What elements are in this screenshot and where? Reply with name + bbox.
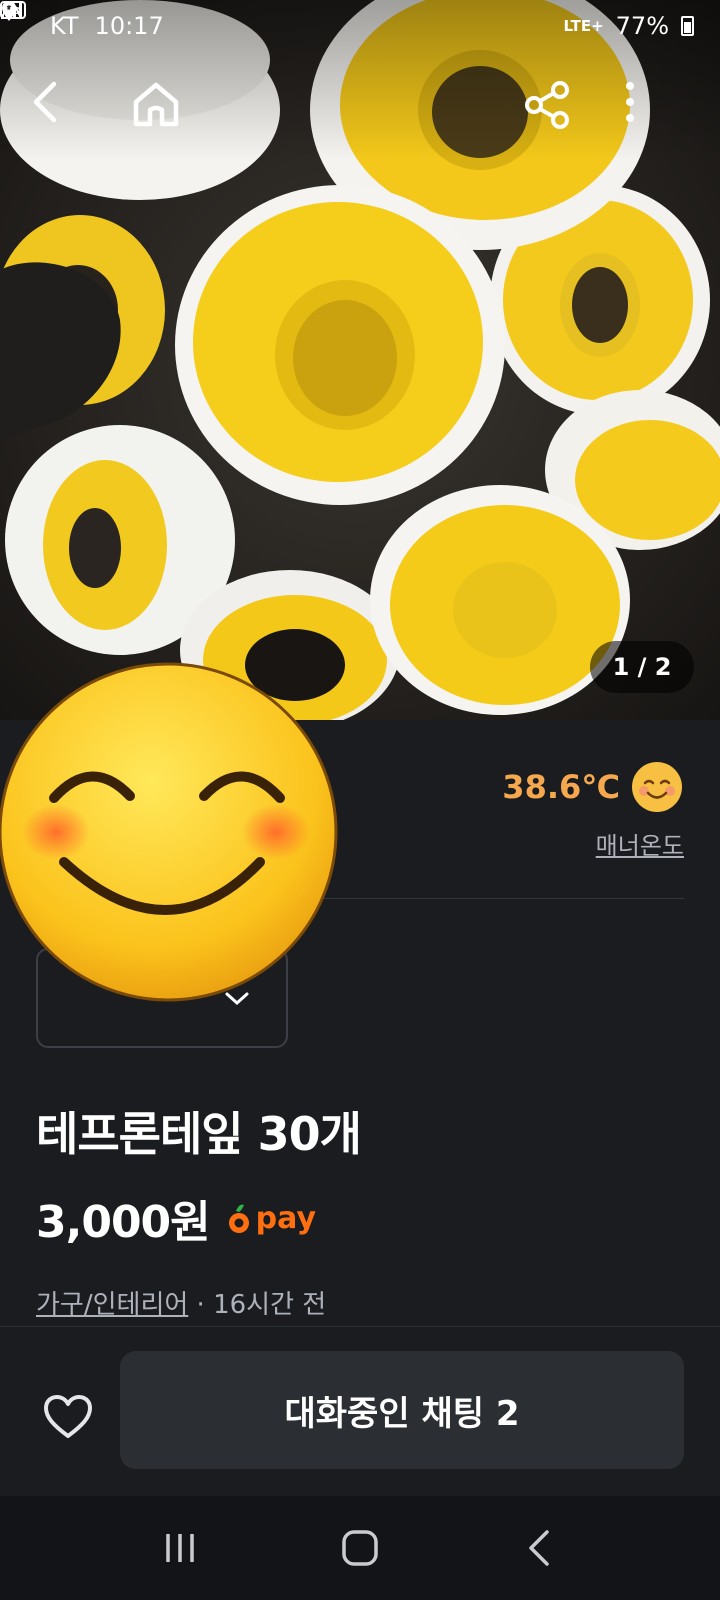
carrier: KT bbox=[50, 12, 79, 40]
gallery-page-indicator: 1 / 2 bbox=[590, 641, 694, 693]
chevron-left-icon bbox=[33, 81, 57, 123]
battery-icon bbox=[681, 16, 694, 36]
share-button[interactable] bbox=[524, 80, 588, 156]
karrot-pay-badge: pay bbox=[226, 1201, 316, 1236]
manner-temp-value: 38.6℃ bbox=[502, 768, 620, 806]
product-meta: 가구/인테리어 · 16시간 전 bbox=[36, 1284, 326, 1321]
smiling-face-icon bbox=[632, 762, 682, 812]
active-chats-button[interactable]: 대화중인 채팅 2 bbox=[120, 1351, 684, 1469]
category-link[interactable]: 가구/인테리어 bbox=[36, 1290, 188, 1320]
clock: 10:17 bbox=[94, 12, 164, 40]
system-home-button[interactable] bbox=[320, 1508, 400, 1588]
bottom-action-bar: 대화중인 채팅 2 bbox=[0, 1326, 720, 1496]
back-chevron-icon bbox=[529, 1530, 549, 1566]
home-button[interactable] bbox=[130, 80, 194, 156]
smiley-sticker bbox=[0, 662, 338, 1002]
more-vertical-icon bbox=[626, 82, 634, 122]
like-button[interactable] bbox=[36, 1387, 100, 1447]
home-square-icon bbox=[342, 1530, 378, 1566]
pay-label: pay bbox=[255, 1200, 317, 1236]
back-button[interactable] bbox=[28, 80, 92, 156]
meta-separator: · bbox=[188, 1290, 214, 1320]
price-row: 3,000원 pay bbox=[36, 1186, 316, 1250]
recent-apps-icon bbox=[166, 1534, 194, 1562]
signal-icon bbox=[1, 2, 22, 19]
network-type: LTE+ bbox=[563, 17, 604, 35]
app-top-bar bbox=[0, 80, 720, 160]
home-icon bbox=[133, 82, 179, 127]
battery-percent: 77% bbox=[615, 12, 669, 40]
recent-apps-button[interactable] bbox=[140, 1508, 220, 1588]
heart-icon bbox=[44, 1395, 92, 1438]
system-back-button[interactable] bbox=[500, 1508, 580, 1588]
product-photo[interactable]: KT 10:17 HD LTE+ 77% bbox=[0, 0, 720, 720]
more-button[interactable] bbox=[624, 80, 688, 156]
manner-temperature[interactable]: 38.6℃ bbox=[502, 760, 684, 814]
posted-time: 16시간 전 bbox=[213, 1290, 327, 1320]
manner-temp-label[interactable]: 매너온도 bbox=[596, 826, 684, 861]
product-price: 3,000원 bbox=[36, 1197, 211, 1248]
product-title: 테프론테잎 30개 bbox=[36, 1107, 362, 1161]
status-bar: KT 10:17 HD LTE+ 77% bbox=[0, 0, 720, 52]
system-navigation-bar bbox=[0, 1496, 720, 1600]
share-icon bbox=[525, 81, 569, 129]
carrot-icon bbox=[228, 1204, 249, 1233]
